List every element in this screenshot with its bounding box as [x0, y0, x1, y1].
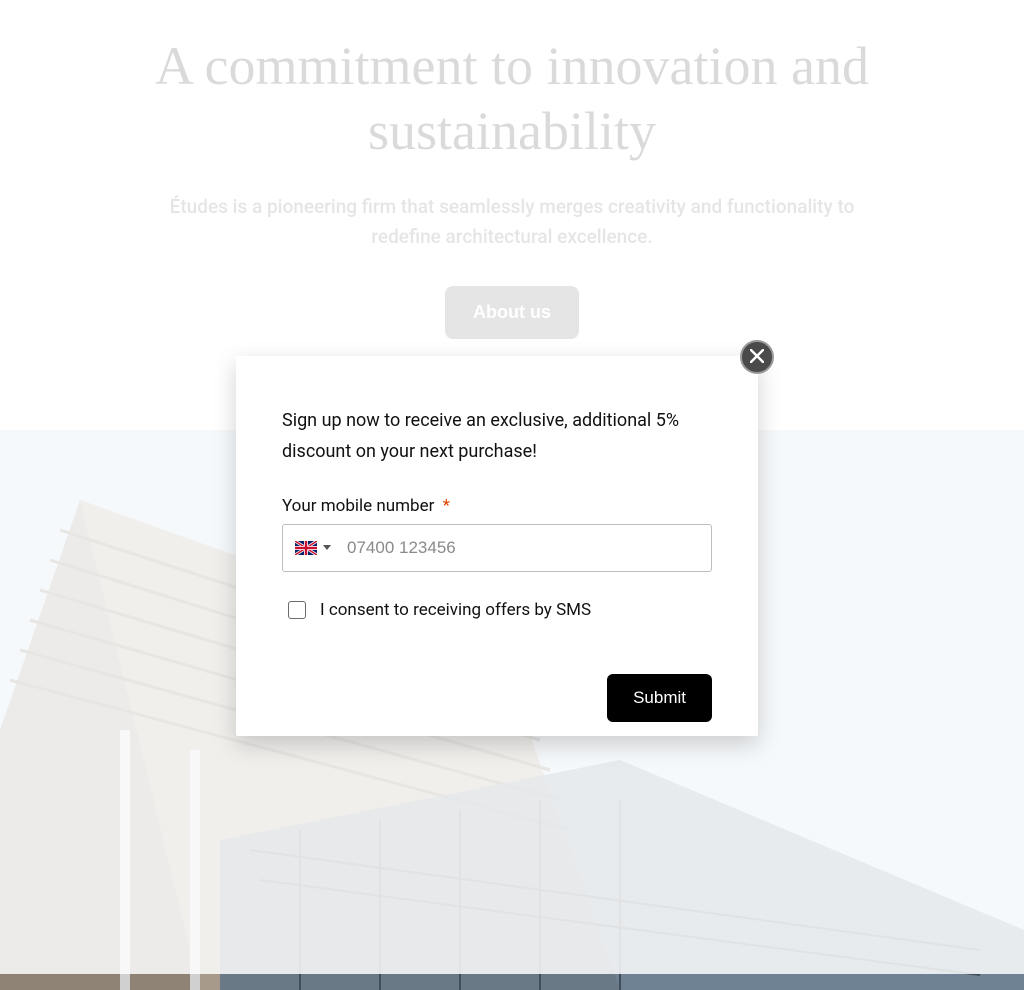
phone-input-group	[282, 524, 712, 572]
phone-field-label: Your mobile number *	[282, 496, 712, 516]
phone-input[interactable]	[341, 538, 701, 558]
required-marker: *	[443, 496, 450, 516]
consent-row: I consent to receiving offers by SMS	[282, 600, 712, 620]
close-icon	[750, 349, 764, 366]
consent-checkbox[interactable]	[288, 601, 306, 619]
consent-label: I consent to receiving offers by SMS	[320, 600, 591, 620]
country-select-button[interactable]	[293, 537, 333, 559]
uk-flag-icon	[295, 541, 317, 555]
signup-modal: Sign up now to receive an exclusive, add…	[236, 356, 758, 736]
modal-actions: Submit	[282, 674, 712, 722]
chevron-down-icon	[323, 545, 331, 550]
phone-label-text: Your mobile number	[282, 496, 434, 516]
close-button[interactable]	[740, 340, 774, 374]
modal-heading: Sign up now to receive an exclusive, add…	[282, 406, 712, 468]
submit-button[interactable]: Submit	[607, 674, 712, 722]
